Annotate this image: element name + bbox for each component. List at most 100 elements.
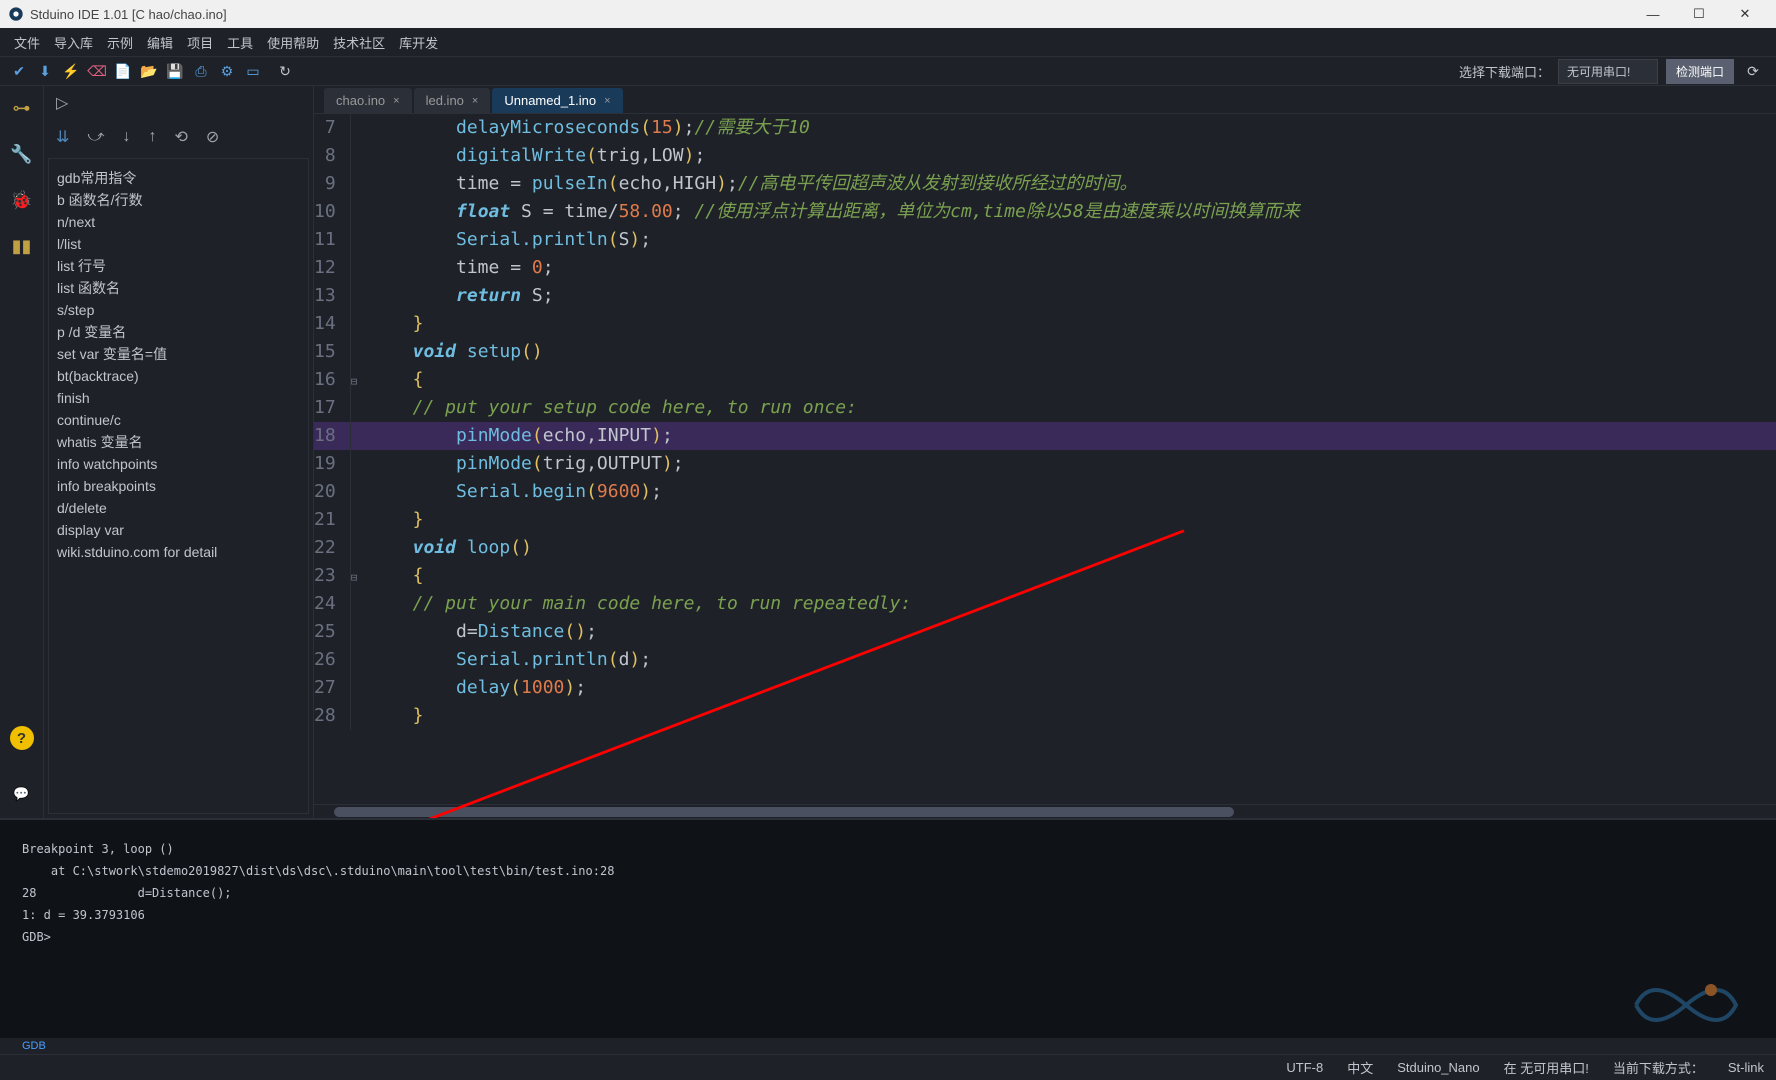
menu-import[interactable]: 导入库 [48, 29, 99, 56]
settings-button[interactable]: ⚙ [216, 60, 238, 82]
minimize-button[interactable]: — [1630, 0, 1676, 28]
maximize-button[interactable]: ☐ [1676, 0, 1722, 28]
restart-icon[interactable]: ⟲ [175, 127, 188, 147]
code-line[interactable]: 13 return S; [314, 282, 1776, 310]
code-line[interactable]: 18 pinMode(echo,INPUT); [314, 422, 1776, 450]
fold-marker[interactable] [351, 310, 358, 338]
code-line[interactable]: 27 delay(1000); [314, 674, 1776, 702]
editor-tab[interactable]: chao.ino× [324, 88, 412, 113]
fold-marker[interactable] [351, 394, 358, 422]
port-select[interactable]: 无可用串口! [1558, 59, 1658, 84]
menu-edit[interactable]: 编辑 [141, 29, 179, 56]
horizontal-scrollbar[interactable] [314, 804, 1776, 818]
fold-marker[interactable] [351, 450, 358, 478]
gdb-help-line[interactable]: s/step [57, 299, 300, 321]
gdb-help-line[interactable]: finish [57, 387, 300, 409]
code-line[interactable]: 23⊟ { [314, 562, 1776, 590]
gdb-help-line[interactable]: l/list [57, 233, 300, 255]
fold-marker[interactable] [351, 170, 358, 198]
fold-marker[interactable] [351, 618, 358, 646]
gdb-help-line[interactable]: wiki.stduino.com for detail [57, 541, 300, 563]
close-button[interactable]: ✕ [1722, 0, 1768, 28]
gdb-help-line[interactable]: list 函数名 [57, 277, 300, 299]
gdb-help-line[interactable]: gdb常用指令 [57, 167, 300, 189]
step-over-icon[interactable]: ⤻ [87, 128, 104, 146]
console-tab-gdb[interactable]: GDB [0, 1038, 1776, 1054]
fold-marker[interactable] [351, 282, 358, 310]
fold-marker[interactable] [351, 534, 358, 562]
verify-button[interactable]: ✔ [8, 60, 30, 82]
code-line[interactable]: 12 time = 0; [314, 254, 1776, 282]
fold-marker[interactable] [351, 478, 358, 506]
new-file-button[interactable]: 📄 [112, 60, 134, 82]
fold-marker[interactable] [351, 142, 358, 170]
upload-button[interactable]: ⬇ [34, 60, 56, 82]
detect-port-button[interactable]: 检测端口 [1666, 59, 1734, 84]
code-line[interactable]: 24 // put your main code here, to run re… [314, 590, 1776, 618]
wrench-icon[interactable]: 🔧 [10, 142, 34, 166]
fold-marker[interactable] [351, 674, 358, 702]
code-line[interactable]: 25 d=Distance(); [314, 618, 1776, 646]
menu-tools[interactable]: 工具 [221, 29, 259, 56]
library-icon[interactable]: ▮▮ [10, 234, 34, 258]
editor-tab[interactable]: Unnamed_1.ino× [492, 88, 622, 113]
fold-marker[interactable] [351, 338, 358, 366]
fold-marker[interactable] [351, 506, 358, 534]
code-line[interactable]: 26 Serial.println(d); [314, 646, 1776, 674]
tab-close-icon[interactable]: × [393, 95, 399, 107]
code-line[interactable]: 19 pinMode(trig,OUTPUT); [314, 450, 1776, 478]
code-line[interactable]: 16⊟ { [314, 366, 1776, 394]
code-line[interactable]: 8 digitalWrite(trig,LOW); [314, 142, 1776, 170]
fold-marker[interactable]: ⊟ [351, 562, 358, 590]
gdb-help-line[interactable]: display var [57, 519, 300, 541]
menu-libdev[interactable]: 库开发 [393, 29, 444, 56]
code-line[interactable]: 7 delayMicroseconds(15);//需要大于10 [314, 114, 1776, 142]
flash-button[interactable]: ⚡ [60, 60, 82, 82]
gdb-help-line[interactable]: info breakpoints [57, 475, 300, 497]
tab-close-icon[interactable]: × [472, 95, 478, 107]
terminal-button[interactable]: ▭ [242, 60, 264, 82]
gdb-help-line[interactable]: list 行号 [57, 255, 300, 277]
open-button[interactable]: 📂 [138, 60, 160, 82]
chat-icon[interactable]: 💬 [10, 782, 34, 806]
code-line[interactable]: 9 time = pulseIn(echo,HIGH);//高电平传回超声波从发… [314, 170, 1776, 198]
stop-icon[interactable]: ⊘ [206, 127, 219, 147]
fold-marker[interactable] [351, 422, 358, 450]
code-line[interactable]: 11 Serial.println(S); [314, 226, 1776, 254]
gdb-help-line[interactable]: d/delete [57, 497, 300, 519]
connection-icon[interactable]: ⊶ [10, 96, 34, 120]
gdb-help-line[interactable]: n/next [57, 211, 300, 233]
console[interactable]: Breakpoint 3, loop () at C:\stwork\stdem… [0, 818, 1776, 1038]
code-line[interactable]: 15 void setup() [314, 338, 1776, 366]
fold-marker[interactable] [351, 226, 358, 254]
menu-help[interactable]: 使用帮助 [261, 29, 325, 56]
code-line[interactable]: 17 // put your setup code here, to run o… [314, 394, 1776, 422]
fold-marker[interactable] [351, 646, 358, 674]
save-all-button[interactable]: ⎙ [190, 60, 212, 82]
gdb-help-line[interactable]: bt(backtrace) [57, 365, 300, 387]
step-into-icon[interactable]: ↓ [123, 128, 131, 146]
help-icon[interactable]: ? [10, 726, 34, 750]
gdb-help-line[interactable]: set var 变量名=值 [57, 343, 300, 365]
code-line[interactable]: 14 } [314, 310, 1776, 338]
menu-examples[interactable]: 示例 [101, 29, 139, 56]
menu-project[interactable]: 项目 [181, 29, 219, 56]
fold-marker[interactable] [351, 254, 358, 282]
code-line[interactable]: 10 float S = time/58.00; //使用浮点计算出距离，单位为… [314, 198, 1776, 226]
menu-file[interactable]: 文件 [8, 29, 46, 56]
fold-marker[interactable] [351, 702, 358, 730]
code-line[interactable]: 22 void loop() [314, 534, 1776, 562]
debug-icon[interactable]: 🐞 [10, 188, 34, 212]
menu-community[interactable]: 技术社区 [327, 29, 391, 56]
fold-marker[interactable]: ⊟ [351, 366, 358, 394]
refresh-button[interactable]: ⟳ [1742, 60, 1764, 82]
gdb-help-line[interactable]: continue/c [57, 409, 300, 431]
gdb-help-line[interactable]: whatis 变量名 [57, 431, 300, 453]
editor-tab[interactable]: led.ino× [414, 88, 491, 113]
code-line[interactable]: 20 Serial.begin(9600); [314, 478, 1776, 506]
step-out-icon[interactable]: ↑ [149, 128, 157, 146]
erase-button[interactable]: ⌫ [86, 60, 108, 82]
code-line[interactable]: 21 } [314, 506, 1776, 534]
code-line[interactable]: 28 } [314, 702, 1776, 730]
gdb-help-line[interactable]: b 函数名/行数 [57, 189, 300, 211]
